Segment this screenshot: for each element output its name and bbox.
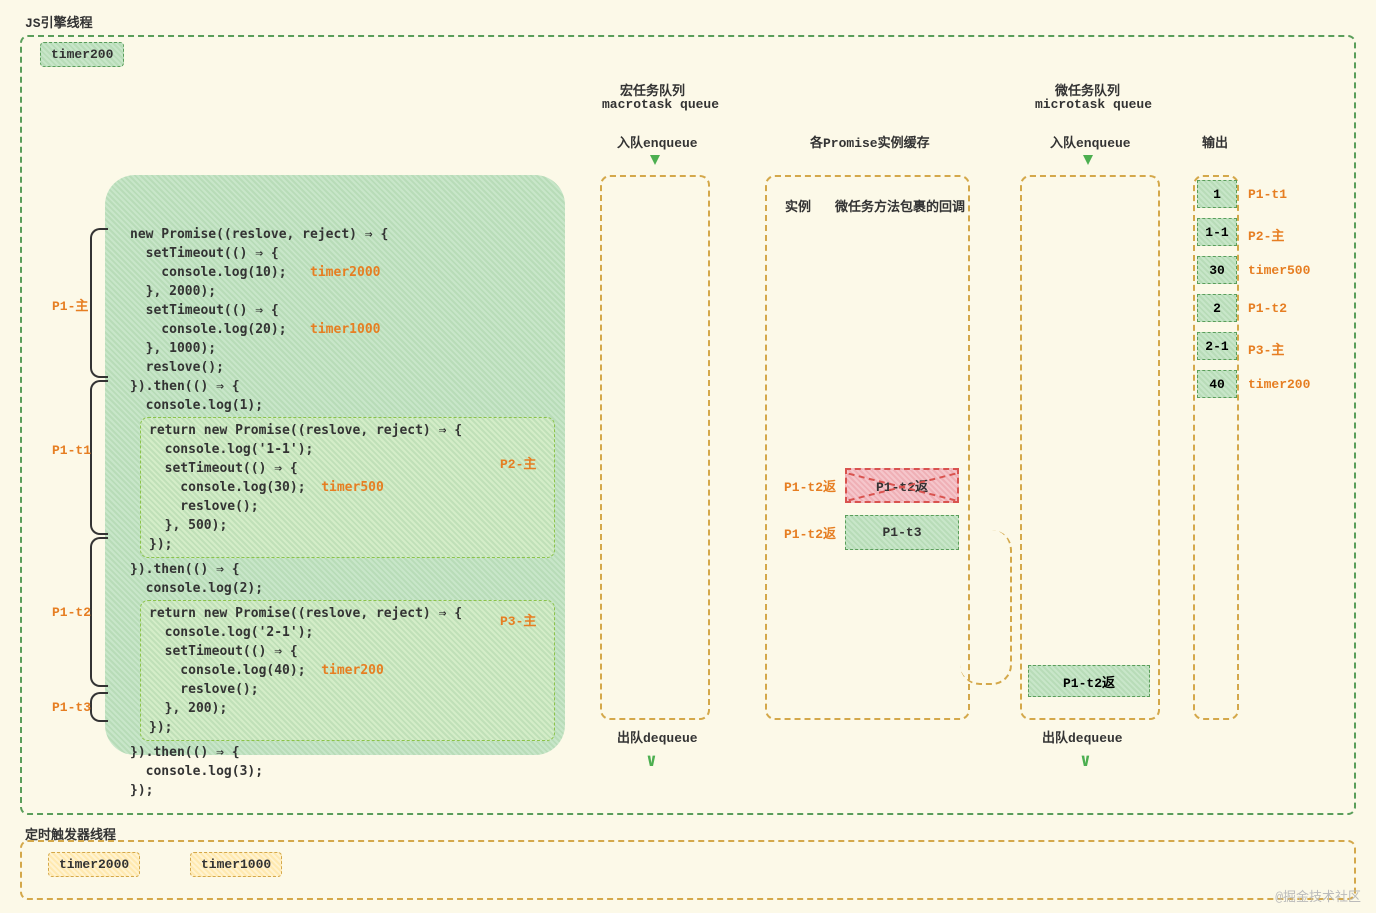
output-item: 1-1 <box>1197 218 1237 246</box>
output-item: 40 <box>1197 370 1237 398</box>
cache-row: P1-t2返 P1-t3 <box>775 515 959 550</box>
microtask-dequeue: 出队dequeue <box>1042 727 1123 746</box>
cache-row-crossed: P1-t2返 P1-t2返 <box>775 468 959 503</box>
output-item: 30 <box>1197 256 1237 284</box>
output-label: P2-主 <box>1248 225 1284 244</box>
macrotask-queue <box>600 175 710 720</box>
arrow-down-open-icon-2: ∨ <box>1080 750 1091 772</box>
code-block: new Promise((reslove, reject) ⇒ { setTim… <box>105 175 565 755</box>
inner-block-2: return new Promise((reslove, reject) ⇒ {… <box>140 600 555 741</box>
output-label: timer200 <box>1248 377 1310 392</box>
microtask-queue <box>1020 175 1160 720</box>
macrotask-dequeue: 出队dequeue <box>617 727 698 746</box>
timer1000-badge: timer1000 <box>190 852 282 877</box>
output-title: 输出 <box>1202 132 1228 151</box>
js-engine-label: JS引擎线程 <box>25 12 93 31</box>
microtask-enqueue: 入队enqueue <box>1050 132 1131 151</box>
bracket-p1-main <box>90 228 108 378</box>
macrotask-enqueue: 入队enqueue <box>617 132 698 151</box>
output-label: P3-主 <box>1248 339 1284 358</box>
output-label: P1-t1 <box>1248 187 1287 202</box>
bracket-p1-t3 <box>90 692 108 722</box>
arrow-down-icon <box>650 155 660 165</box>
promise-cache-box <box>765 175 970 720</box>
cache-right: P1-t2返 <box>845 468 959 503</box>
output-label: timer500 <box>1248 263 1310 278</box>
cache-right: P1-t3 <box>845 515 959 550</box>
microtask-item: P1-t2返 <box>1028 665 1150 697</box>
microtask-sub: microtask queue <box>1035 97 1152 112</box>
output-label: P1-t2 <box>1248 301 1287 316</box>
macrotask-sub: macrotask queue <box>602 97 719 112</box>
label-p1-t3: P1-t3 <box>52 700 91 715</box>
bracket-p1-t1 <box>90 380 108 535</box>
output-item: 2 <box>1197 294 1237 322</box>
label-p1-t1: P1-t1 <box>52 443 91 458</box>
watermark: @掘金技术社区 <box>1275 886 1361 905</box>
timer200-badge: timer200 <box>40 42 124 67</box>
promise-title: 各Promise实例缓存 <box>810 132 930 151</box>
cache-left: P1-t2返 <box>775 468 845 503</box>
label-p3-main: P3-主 <box>500 610 536 629</box>
arrow-down-open-icon: ∨ <box>646 750 657 772</box>
label-p1-t2: P1-t2 <box>52 605 91 620</box>
label-p1-main: P1-主 <box>52 295 88 314</box>
inner-block-1: return new Promise((reslove, reject) ⇒ {… <box>140 417 555 558</box>
cache-left: P1-t2返 <box>775 515 845 550</box>
arrow-down-icon-2 <box>1083 155 1093 165</box>
output-item: 1 <box>1197 180 1237 208</box>
timer2000-badge: timer2000 <box>48 852 140 877</box>
bracket-p1-t2 <box>90 537 108 687</box>
label-p2-main: P2-主 <box>500 453 536 472</box>
output-item: 2-1 <box>1197 332 1237 360</box>
